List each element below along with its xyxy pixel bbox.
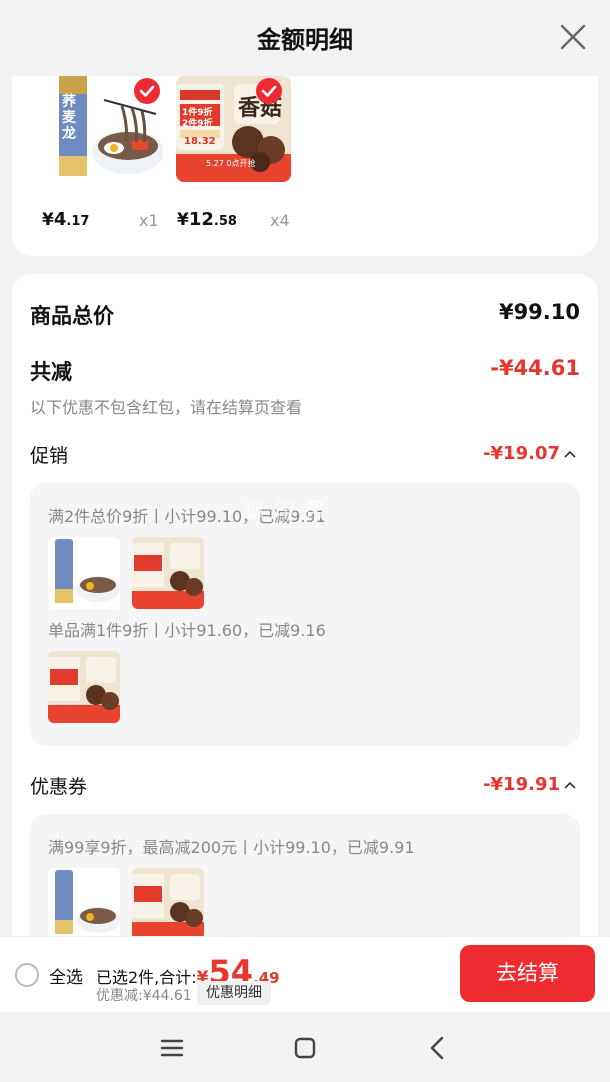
checked-icon[interactable] [134,78,160,104]
product-quantity: x1 [139,211,159,230]
home-icon[interactable] [291,1034,319,1062]
price-decimal: .58 [213,214,237,229]
watermark: 狐 印 帮 [244,498,327,522]
total-price-label: 商品总价 [30,304,114,328]
total-reduction-value: -¥44.61 [490,356,580,380]
checkout-bar: 全选 已选2件,合计:¥54.49 优惠减:¥44.61 优惠明细 去结算 [0,936,610,1012]
sheet-header: 金额明细 [0,0,610,76]
discount-text: 优惠减:¥44.61 [96,988,192,1004]
promotion-value: -¥19.07 [483,443,560,464]
price-breakdown-card: 商品总价 ¥99.10 共减 -¥44.61 以下优惠不包含红包，请在结算页查看… [12,274,598,994]
reduction-note: 以下优惠不包含红包，请在结算页查看 [30,398,303,417]
product-price: ¥4.17 [42,209,89,230]
price-tag-text: 18.32 [184,136,216,147]
noodle-brand-text: 荞麦龙 [62,94,76,142]
product-item-mushroom[interactable]: 1件9折 2件9折 香菇 18.32 5.27 0点开抢 [176,76,291,186]
discount-detail-button[interactable]: 优惠明细 [197,981,271,1005]
close-icon[interactable] [558,22,588,52]
thumb-noodle [48,537,120,609]
chevron-up-icon [564,450,576,458]
product-price: ¥12.58 [177,209,237,230]
thumb-mushroom [132,537,204,609]
product-item-noodle[interactable]: 荞麦龙 [48,76,163,186]
chevron-up-icon [564,781,576,789]
promotion-label: 促销 [30,445,69,467]
promotion-rule-line: 单品满1件9折丨小计91.60，已减9.16 [48,621,326,640]
price-integer: 4 [53,209,67,230]
promotion-toggle[interactable]: -¥19.07 [483,443,576,464]
coupon-label: 优惠券 [30,776,88,798]
price-integer: 12 [188,209,214,230]
checked-icon[interactable] [256,78,282,104]
back-icon[interactable] [424,1034,452,1062]
system-nav-bar [0,1012,610,1082]
date-tag-text: 5.27 0点开抢 [206,159,256,168]
total-reduction-label: 共减 [30,360,72,384]
coupon-value: -¥19.91 [483,774,560,795]
menu-icon[interactable] [158,1034,186,1062]
price-symbol: ¥ [177,210,189,230]
checkout-button[interactable]: 去结算 [460,945,595,1002]
total-price-value: ¥99.10 [498,300,580,324]
select-all-radio[interactable] [15,963,39,987]
page-title: 金额明细 [257,26,353,54]
price-symbol: ¥ [42,210,54,230]
thumb-mushroom [132,868,204,940]
coupon-rule-line: 满99享9折，最高减200元丨小计99.10，已减9.91 [48,838,415,857]
promo-text-2: 2件9折 [182,119,213,129]
coupon-toggle[interactable]: -¥19.91 [483,774,576,795]
selected-products-card: 荞麦龙 1件9折 2件9折 香菇 18.32 5.27 0点开抢 ¥4.17 x… [12,76,598,256]
thumb-noodle [48,868,120,940]
select-all-label[interactable]: 全选 [49,963,83,988]
price-decimal: .17 [66,214,90,229]
thumb-mushroom [48,651,120,723]
product-quantity: x4 [270,211,290,230]
